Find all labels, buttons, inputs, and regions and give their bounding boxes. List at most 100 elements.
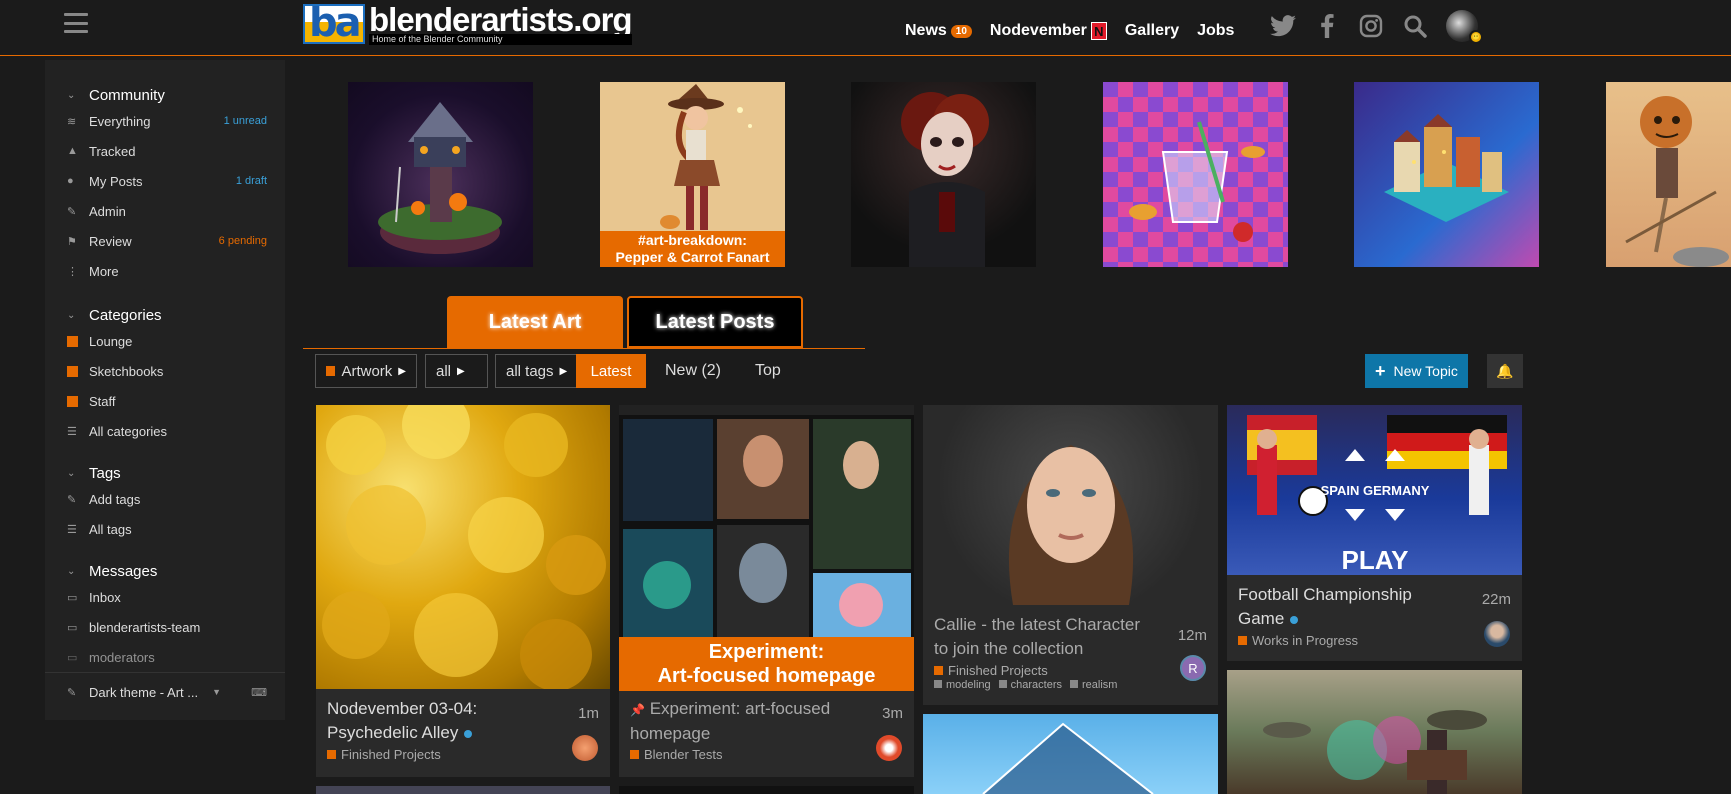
topic-image: SPAIN GERMANY PLAY (1227, 405, 1522, 575)
topic-title[interactable]: Football Championship Game (1238, 583, 1412, 631)
tags-dropdown[interactable]: all tags ▶ (495, 354, 582, 388)
topic-card[interactable] (316, 786, 610, 794)
topic-card[interactable] (923, 714, 1218, 794)
sidebar-item-review[interactable]: ⚑ Review 6 pending (67, 226, 285, 256)
avatar[interactable] (876, 735, 902, 761)
search-icon[interactable] (1402, 13, 1428, 39)
inbox-icon: ▭ (67, 651, 78, 664)
section-header-tags[interactable]: ⌄ Tags (67, 462, 285, 484)
chevron-down-icon: ▼ (212, 687, 222, 697)
topic-category[interactable]: Finished Projects (327, 747, 441, 762)
filter-top[interactable]: Top (745, 354, 791, 388)
sidebar-item-sketchbooks[interactable]: Sketchbooks (67, 356, 285, 386)
topic-card[interactable]: Callie - the latest Character to join the… (923, 405, 1218, 705)
keyboard-icon[interactable]: ⌨ (251, 686, 267, 699)
flag-icon: ⚑ (67, 235, 77, 248)
notification-bell-icon[interactable]: 🔔 (1487, 354, 1523, 388)
tag[interactable]: realism (1070, 679, 1117, 691)
sidebar-item-all-tags[interactable]: ☰ All tags (67, 514, 285, 544)
sidebar-item-more[interactable]: ⋮ More (67, 256, 285, 286)
chevron-down-icon: ⌄ (67, 89, 76, 101)
bell-icon: ▲ (67, 145, 78, 157)
tab-latest-art[interactable]: Latest Art (447, 296, 623, 348)
tab-latest-posts[interactable]: Latest Posts (627, 296, 803, 348)
section-header-community[interactable]: ⌄ Community (67, 84, 285, 106)
topic-tags: modeling characters realism (934, 679, 1117, 691)
topic-card[interactable]: SPAIN GERMANY PLAY Football Championship… (1227, 405, 1522, 661)
tag[interactable]: characters (999, 679, 1062, 691)
sidebar-item-all-categories[interactable]: ☰ All categories (67, 416, 285, 446)
logo-mark: ba (303, 4, 365, 44)
unread-indicator (1290, 615, 1299, 624)
sidebar-section-messages: ⌄ Messages ▭ Inbox ▭ blenderartists-team ▭ m… (45, 544, 285, 672)
chevron-down-icon: ⌄ (67, 467, 76, 479)
filter-latest[interactable]: Latest (576, 354, 646, 388)
nav-gallery[interactable]: Gallery (1125, 22, 1179, 40)
topic-category[interactable]: Finished Projects (934, 663, 1048, 678)
section-header-categories[interactable]: ⌄ Categories (67, 304, 285, 326)
featured-thumb-character[interactable] (851, 82, 1036, 267)
play-button: PLAY (1342, 545, 1409, 575)
avatar[interactable]: R (1180, 655, 1206, 681)
site-logo[interactable]: ba blenderartists.org Home of the Blende… (303, 3, 633, 45)
twitter-icon[interactable] (1270, 13, 1296, 39)
new-topic-button[interactable]: + New Topic (1365, 354, 1468, 388)
sidebar-item-moderators[interactable]: ▭ moderators (67, 642, 285, 672)
chevron-down-icon: ⌄ (67, 309, 76, 321)
tag[interactable]: modeling (934, 679, 991, 691)
topic-title[interactable]: Callie - the latest Character to join the… (934, 613, 1140, 661)
category-dropdown[interactable]: Artwork ▶ (315, 354, 417, 388)
instagram-icon[interactable] (1358, 13, 1384, 39)
featured-thumb-pepper-carrot[interactable]: #art-breakdown: Pepper & Carrot Fanart (600, 82, 785, 267)
avatar[interactable] (572, 735, 598, 761)
hamburger-menu-icon[interactable] (64, 13, 88, 33)
sidebar-item-staff[interactable]: Staff (67, 386, 285, 416)
subcategory-dropdown[interactable]: all ▶ (425, 354, 488, 388)
sidebar-footer: ✎ Dark theme - Art ... ▼ ⌨ (45, 672, 285, 707)
sidebar-section-tags: ⌄ Tags ✎ Add tags ☰ All tags (45, 446, 285, 544)
sidebar-section-categories: ⌄ Categories Lounge Sketchbooks Staff ☰ Al… (45, 286, 285, 446)
nav-news[interactable]: News 10 (905, 22, 972, 40)
plus-icon: + (1375, 360, 1386, 381)
sidebar-item-tracked[interactable]: ▲ Tracked (67, 136, 285, 166)
topic-title[interactable]: 📌 Experiment: art-focused homepage (630, 697, 830, 746)
section-header-messages[interactable]: ⌄ Messages (67, 560, 285, 582)
topic-card[interactable]: Nodevember 03-04: Psychedelic Alley 1m Fi… (316, 405, 610, 777)
nav-jobs[interactable]: Jobs (1197, 22, 1234, 40)
layers-icon: ≋ (67, 115, 77, 128)
unread-indicator (464, 729, 473, 738)
featured-thumb-pumpkin[interactable] (1606, 82, 1731, 267)
category-color-swatch (1238, 636, 1247, 645)
featured-thumb-city[interactable] (1354, 82, 1539, 267)
featured-thumb-treehouse[interactable] (348, 82, 533, 267)
avatar[interactable] (1484, 621, 1510, 647)
sidebar-item-admin[interactable]: ✎ Admin (67, 196, 285, 226)
sidebar-item-everything[interactable]: ≋ Everything 1 unread (67, 106, 285, 136)
category-color-swatch (67, 335, 78, 347)
inbox-icon: ▭ (67, 621, 78, 634)
pending-count: 6 pending (218, 235, 267, 247)
topic-title[interactable]: Nodevember 03-04: Psychedelic Alley (327, 697, 477, 745)
topic-category[interactable]: Works in Progress (1238, 633, 1358, 648)
sidebar-item-blenderartists-team[interactable]: ▭ blenderartists-team (67, 612, 285, 642)
user-avatar[interactable]: 😶 (1446, 10, 1483, 44)
sidebar-item-lounge[interactable]: Lounge (67, 326, 285, 356)
caret-right-icon: ▶ (398, 365, 406, 377)
topic-category[interactable]: Blender Tests (630, 747, 723, 762)
facebook-icon[interactable] (1314, 13, 1340, 39)
more-vertical-icon: ⋮ (67, 265, 78, 278)
sidebar-item-my-posts[interactable]: ● My Posts 1 draft (67, 166, 285, 196)
tabs-divider (303, 348, 865, 349)
chevron-down-icon: ⌄ (67, 565, 76, 577)
sidebar-item-add-tags[interactable]: ✎ Add tags (67, 484, 285, 514)
topic-card[interactable] (1227, 670, 1522, 794)
featured-thumb-drink[interactable] (1103, 82, 1288, 267)
theme-selector[interactable]: ✎ Dark theme - Art ... ▼ ⌨ (67, 677, 285, 707)
topic-card[interactable] (619, 786, 914, 794)
topic-card[interactable]: Experiment: Art-focused homepage 📌 Experi… (619, 405, 914, 777)
filter-new[interactable]: New (2) (655, 354, 731, 388)
brush-icon: ✎ (67, 686, 77, 699)
game-team-labels: SPAIN GERMANY (1321, 483, 1430, 498)
sidebar-item-inbox[interactable]: ▭ Inbox (67, 582, 285, 612)
nav-nodevember[interactable]: Nodevember N (990, 22, 1107, 40)
